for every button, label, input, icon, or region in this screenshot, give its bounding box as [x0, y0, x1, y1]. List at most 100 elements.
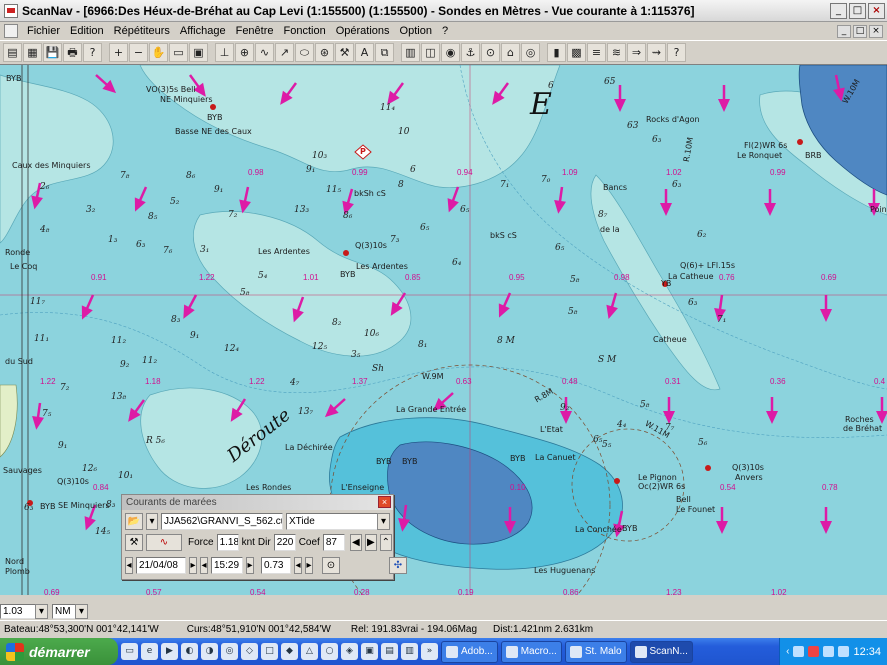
next-arrow-button[interactable]: ▶ [364, 534, 377, 551]
document-icon[interactable] [4, 24, 18, 38]
quicklaunch-app5-icon[interactable]: □ [261, 643, 278, 660]
menu-fichier[interactable]: Fichier [22, 25, 65, 37]
start-button[interactable]: démarrer [0, 638, 118, 665]
tide-icon[interactable]: ≋ [607, 43, 626, 62]
unit-select[interactable]: NM [52, 603, 76, 619]
prev-arrow-button[interactable]: ◀ [349, 534, 362, 551]
raster-icon[interactable]: ▩ [567, 43, 586, 62]
hammer-icon[interactable]: ⚒ [125, 534, 143, 551]
doc-close-button[interactable]: × [869, 24, 883, 38]
compass-icon[interactable]: ◉ [441, 43, 460, 62]
grid-icon[interactable]: ≡ [587, 43, 606, 62]
pan-hand-icon[interactable]: ✋ [149, 43, 168, 62]
open-folder-icon[interactable]: 📂 [125, 513, 143, 530]
menu-fonction[interactable]: Fonction [279, 25, 331, 37]
task-scannav[interactable]: ScanN... [629, 640, 693, 663]
menu-help[interactable]: ? [437, 25, 453, 37]
clock-icon[interactable]: ⊙ [322, 557, 340, 574]
chart-select-icon[interactable]: ▣ [189, 43, 208, 62]
menu-fenetre[interactable]: Fenêtre [231, 25, 279, 37]
tray-expand-icon[interactable]: ‹ [786, 646, 789, 657]
task-adobe[interactable]: Adob... [441, 640, 498, 663]
zoom-out-icon[interactable]: − [129, 43, 148, 62]
dir-value-field[interactable]: 220 [273, 534, 296, 551]
zoom-dropdown-button[interactable]: ▾ [35, 603, 48, 619]
time-field[interactable]: 15:29 [211, 557, 243, 574]
date-next-button[interactable]: ▸ [189, 557, 197, 574]
quicklaunch-app1-icon[interactable]: ◐ [181, 643, 198, 660]
menu-repetiteurs[interactable]: Répétiteurs [109, 25, 175, 37]
target-icon[interactable]: ⊕ [235, 43, 254, 62]
tray-volume-icon[interactable] [823, 646, 835, 657]
step-next-button[interactable]: ▸ [305, 557, 313, 574]
menu-edition[interactable]: Edition [65, 25, 109, 37]
chart-list-icon[interactable]: ▮ [547, 43, 566, 62]
quicklaunch-expand-icon[interactable]: » [421, 643, 438, 660]
collapse-button[interactable]: ⌃ [379, 534, 392, 551]
date-field[interactable]: 21/04/08 [136, 557, 186, 574]
file-dropdown-button[interactable]: ▾ [146, 513, 158, 530]
tide-curve-icon[interactable]: ∿ [146, 534, 182, 551]
lifebuoy-icon[interactable]: ◎ [521, 43, 540, 62]
select-rect-icon[interactable]: ▭ [169, 43, 188, 62]
layers-icon[interactable]: ⧉ [375, 43, 394, 62]
track-icon[interactable]: ⬭ [295, 43, 314, 62]
quicklaunch-app6-icon[interactable]: ◆ [281, 643, 298, 660]
menu-option[interactable]: Option [395, 25, 437, 37]
close-button[interactable]: × [868, 2, 885, 19]
buoy-icon[interactable]: ⌂ [501, 43, 520, 62]
maximize-button[interactable]: □ [849, 2, 866, 19]
zoom-select[interactable]: 1.03 [0, 603, 36, 619]
tray-network-icon[interactable] [793, 646, 805, 657]
print-setup-icon[interactable]: ▦ [23, 43, 42, 62]
nmea-icon[interactable]: ▥ [401, 43, 420, 62]
help-pointer-icon[interactable]: ? [83, 43, 102, 62]
source-dropdown-button[interactable]: ▾ [377, 513, 390, 530]
clock[interactable]: 12:34 [853, 646, 881, 658]
open-icon[interactable]: ▤ [3, 43, 22, 62]
quicklaunch-app12-icon[interactable]: ▥ [401, 643, 418, 660]
anchor-icon[interactable]: ⚓ [461, 43, 480, 62]
zoom-in-icon[interactable]: + [109, 43, 128, 62]
quicklaunch-app4-icon[interactable]: ◇ [241, 643, 258, 660]
route-icon[interactable]: ∿ [255, 43, 274, 62]
quicklaunch-app9-icon[interactable]: ◈ [341, 643, 358, 660]
save-icon[interactable]: 💾 [43, 43, 62, 62]
step-prev-button[interactable]: ◂ [294, 557, 302, 574]
tide-source-select[interactable]: XTide [286, 513, 378, 530]
expand-icon[interactable]: ✣ [389, 557, 407, 574]
current-icon[interactable]: ⇒ [627, 43, 646, 62]
step-field[interactable]: 0.73 [261, 557, 291, 574]
text-icon[interactable]: A [355, 43, 374, 62]
minimize-button[interactable]: _ [830, 2, 847, 19]
force-value-field[interactable]: 1.18 [216, 534, 239, 551]
quicklaunch-app7-icon[interactable]: △ [301, 643, 318, 660]
quicklaunch-desktop-icon[interactable]: ▭ [121, 643, 138, 660]
ruler-icon[interactable]: ⊥ [215, 43, 234, 62]
date-prev-button[interactable]: ◂ [125, 557, 133, 574]
quicklaunch-explorer-icon[interactable]: e [141, 643, 158, 660]
arrow-icon[interactable]: ↗ [275, 43, 294, 62]
tide-panel-header[interactable]: Courants de marées × [122, 495, 393, 510]
tray-security-icon[interactable] [808, 646, 820, 657]
menu-operations[interactable]: Opérations [331, 25, 395, 37]
menu-affichage[interactable]: Affichage [175, 25, 231, 37]
quicklaunch-app8-icon[interactable]: ○ [321, 643, 338, 660]
quicklaunch-app3-icon[interactable]: ◎ [221, 643, 238, 660]
waypoint-icon[interactable]: ⊛ [315, 43, 334, 62]
tide-file-field[interactable]: JJA562\GRANVI_S_562.cur [161, 513, 283, 530]
time-prev-button[interactable]: ◂ [200, 557, 208, 574]
gps-icon[interactable]: ◫ [421, 43, 440, 62]
unit-dropdown-button[interactable]: ▾ [75, 603, 88, 619]
tray-app-icon[interactable] [838, 646, 850, 657]
tools-icon[interactable]: ⚒ [335, 43, 354, 62]
quicklaunch-app11-icon[interactable]: ▤ [381, 643, 398, 660]
time-next-button[interactable]: ▸ [246, 557, 254, 574]
quicklaunch-app2-icon[interactable]: ◑ [201, 643, 218, 660]
doc-minimize-button[interactable]: _ [837, 24, 851, 38]
print-icon[interactable]: 🖶 [63, 43, 82, 62]
wind-icon[interactable]: ⇝ [647, 43, 666, 62]
quicklaunch-app10-icon[interactable]: ▣ [361, 643, 378, 660]
doc-restore-button[interactable]: □ [853, 24, 867, 38]
help-icon[interactable]: ? [667, 43, 686, 62]
